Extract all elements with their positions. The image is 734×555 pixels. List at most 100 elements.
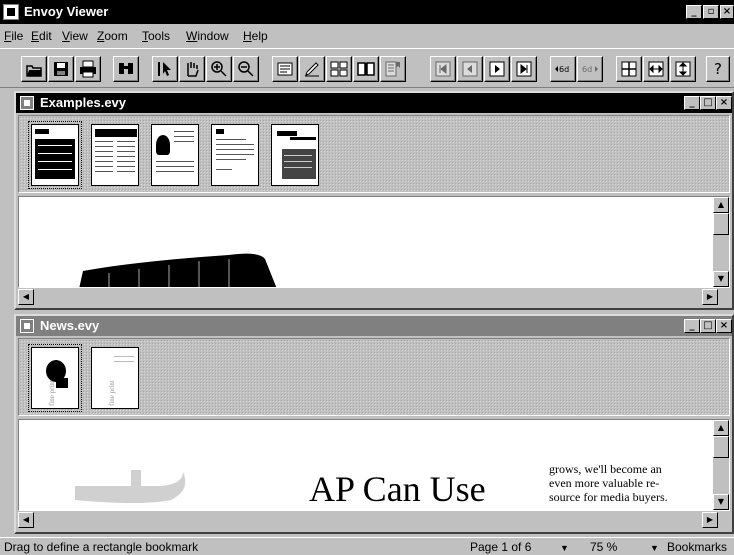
find-button[interactable] [113,56,139,82]
thumbnails-icon [330,61,348,77]
page-thumbnail[interactable] [211,124,259,186]
print-button[interactable] [75,56,101,82]
chevron-down-icon: ▼ [560,543,569,553]
page-indicator: Page 1 of 6 [470,540,532,554]
zoom-in-button[interactable] [206,56,232,82]
first-page-icon [435,61,451,77]
app-icon[interactable] [3,4,19,20]
scroll-up-button[interactable]: ▲ [713,197,729,213]
back-icon: 6d [555,65,569,74]
toolbar: 6d 6d ? [0,48,734,88]
horizontal-scrollbar[interactable]: ◀ ▶ [18,289,718,305]
scroll-thumb[interactable] [713,213,729,235]
document-titlebar[interactable]: Examples.evy _ □ × [16,93,732,113]
scroll-left-button[interactable]: ◀ [18,512,34,528]
thumbnails-button[interactable] [326,56,352,82]
open-button[interactable] [21,56,47,82]
last-page-icon [516,61,532,77]
fit-page-icon [621,61,637,77]
vertical-scrollbar[interactable]: ▲ ▼ [713,420,729,510]
document-view[interactable]: AP Can Use grows, we'll become an even m… [18,419,730,511]
vertical-scrollbar[interactable]: ▲ ▼ [713,197,729,287]
highlight-icon [305,62,319,77]
scroll-right-button[interactable]: ▶ [702,512,718,528]
menu-edit[interactable]: Edit [31,29,52,43]
document-titlebar[interactable]: News.evy _ □ × [16,316,732,336]
menu-window[interactable]: Window [186,29,229,43]
select-arrow-icon [158,62,171,76]
scroll-left-button[interactable]: ◀ [18,289,34,305]
scroll-down-button[interactable]: ▼ [713,494,729,510]
menu-help[interactable]: Help [243,29,268,43]
close-button[interactable]: × [716,96,732,110]
menu-view[interactable]: View [62,29,88,43]
page-headline: AP Can Use [309,469,486,509]
fit-page-button[interactable] [616,56,642,82]
scroll-down-button[interactable]: ▼ [713,271,729,287]
minimize-button[interactable]: _ [686,5,702,19]
forward-button[interactable]: 6d [577,56,603,82]
document-title: News.evy [40,318,100,333]
fit-width-button[interactable] [643,56,669,82]
body-line: grows, we'll become an [549,462,662,476]
horizontal-scrollbar[interactable]: ◀ ▶ [18,512,718,528]
page-image-arrow [75,470,186,503]
book-view-button[interactable] [353,56,379,82]
minimize-button[interactable]: _ [684,319,700,333]
find-icon [119,63,133,74]
restore-button[interactable]: ▫ [703,5,719,19]
bookmark-button[interactable] [380,56,406,82]
previous-page-button[interactable] [457,56,483,82]
fit-height-button[interactable] [670,56,696,82]
zoom-out-button[interactable] [233,56,259,82]
page-thumbnail[interactable] [151,124,199,186]
prev-page-icon [462,61,478,77]
status-message: Drag to define a rectangle bookmark [4,540,199,554]
document-window-news: News.evy _ □ × fine print fine print AP … [14,314,734,534]
thumbnail-strip: fine print fine print [18,338,730,416]
page-thumbnail[interactable] [28,121,82,189]
scroll-right-button[interactable]: ▶ [702,289,718,305]
select-tool-button[interactable] [152,56,178,82]
bookmarks-toggle[interactable]: Bookmarks [667,540,727,555]
app-title: Envoy Viewer [24,4,109,19]
svg-text:6d: 6d [582,65,592,74]
document-view[interactable]: ▲ ▼ [18,196,730,288]
page-thumbnail[interactable]: fine print [28,344,82,412]
page-image-vehicle [79,253,277,287]
thumbnail-strip [18,115,730,193]
first-page-button[interactable] [430,56,456,82]
zoom-in-icon [211,61,227,77]
minimize-button[interactable]: _ [684,96,700,110]
page-dropdown[interactable]: ▼ [560,540,569,555]
close-button[interactable]: × [720,5,734,19]
maximize-button[interactable]: □ [700,96,716,110]
last-page-button[interactable] [511,56,537,82]
page-thumbnail[interactable]: fine print [91,347,139,409]
chevron-down-icon: ▼ [650,543,659,553]
highlight-button[interactable] [299,56,325,82]
maximize-button[interactable]: □ [700,319,716,333]
page-thumbnail[interactable] [91,124,139,186]
hand-icon [187,62,199,77]
document-icon[interactable] [20,319,34,333]
save-button[interactable] [48,56,74,82]
forward-icon: 6d [582,65,598,74]
help-button[interactable]: ? [706,56,730,82]
menu-zoom[interactable]: Zoom [97,29,128,43]
scroll-thumb[interactable] [713,436,729,458]
next-page-button[interactable] [484,56,510,82]
scroll-up-button[interactable]: ▲ [713,420,729,436]
document-icon[interactable] [20,96,34,110]
hand-tool-button[interactable] [179,56,205,82]
note-button[interactable] [272,56,298,82]
menu-tools[interactable]: Tools [142,29,170,43]
note-icon [277,62,293,76]
zoom-dropdown[interactable]: ▼ [650,540,659,555]
status-bar: Drag to define a rectangle bookmark Page… [0,537,734,555]
page-thumbnail[interactable] [271,124,319,186]
menu-file[interactable]: File [4,29,23,43]
save-icon [54,62,68,76]
close-button[interactable]: × [716,319,732,333]
back-button[interactable]: 6d [550,56,576,82]
